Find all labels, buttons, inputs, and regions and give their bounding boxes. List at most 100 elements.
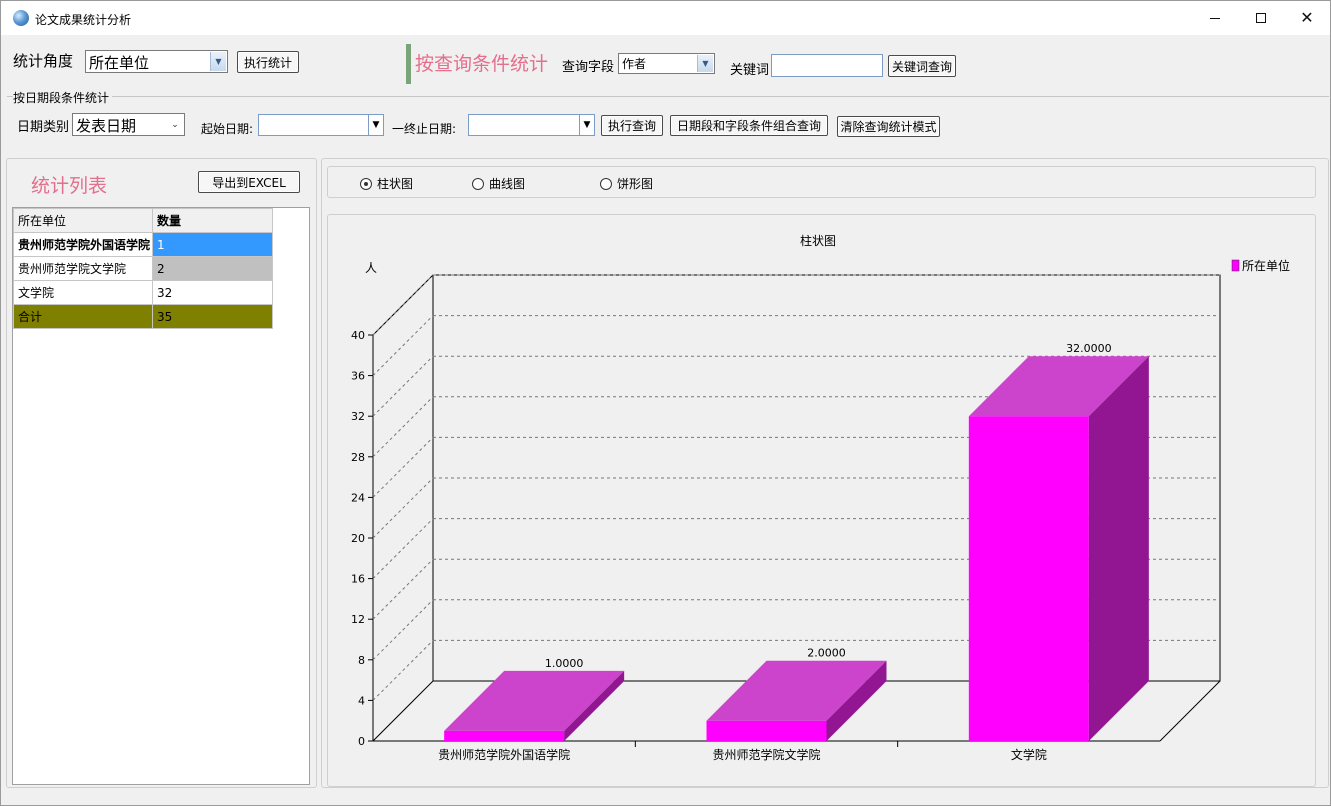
start-date-label: 起始日期: [201,122,254,136]
y-tick-label: 20 [351,532,365,545]
start-date-picker[interactable]: ▼ [258,114,384,136]
gridline-side [372,355,434,417]
gridline-side [372,599,434,661]
title-bar: 论文成果统计分析 ✕ [1,1,1330,35]
radio-dot-icon [472,177,484,190]
stats-list-title: 统计列表 [31,175,108,197]
x-tick-label: 贵州师范学院文学院 [712,747,820,762]
app-globe-icon [13,10,29,26]
date-group-line [7,96,1329,97]
date-type-value: 发表日期 [76,117,137,135]
keyword-query-button[interactable]: 关键词查询 [888,55,956,77]
legend-label: 所在单位 [1242,258,1290,273]
chevron-down-icon: ⌄ [167,115,183,134]
export-excel-button[interactable]: 导出到EXCEL [198,171,300,193]
chart-bars [444,356,1149,741]
x-tick-label: 文学院 [1011,747,1047,762]
radio-dot-icon [360,177,372,190]
stats-grid[interactable]: 所在单位 数量 贵州师范学院外国语学院 1 贵州师范学院文学院 2 文学院 32… [12,207,310,785]
stats-angle-value: 所在单位 [89,54,150,72]
table-row[interactable]: 文学院 32 [13,280,273,305]
y-tick-label: 4 [358,694,365,707]
data-label: 32.0000 [1066,342,1112,355]
chevron-down-icon: ▼ [210,52,226,71]
query-field-value: 作者 [622,57,647,71]
status-bar [1,791,1330,805]
y-tick-label: 24 [351,491,365,504]
combined-query-button[interactable]: 日期段和字段条件组合查询 [670,115,828,136]
chart-floor-right-edge [1159,680,1221,742]
stats-angle-label: 统计角度 [13,52,74,70]
y-tick-label: 36 [351,370,365,383]
row-count[interactable]: 35 [152,304,273,329]
calendar-dropdown-icon[interactable]: ▼ [368,115,383,135]
gridline-side [372,640,434,701]
date-group-legend: 按日期段条件统计 [13,89,113,106]
keyword-input[interactable] [771,54,883,77]
section-accent-bar [406,44,411,84]
gridline-side [372,396,434,458]
date-type-select[interactable]: 发表日期 ⌄ [72,113,185,136]
end-date-picker[interactable]: ▼ [468,114,595,136]
row-unit[interactable]: 贵州师范学院外国语学院 [13,232,153,257]
maximize-button[interactable] [1238,1,1284,35]
y-tick-label: 12 [351,613,365,626]
chart-title: 柱状图 [800,233,836,248]
radio-bar-chart[interactable]: 柱状图 [360,175,413,192]
radio-dot-icon [600,177,612,190]
table-row-total[interactable]: 合计 35 [13,304,273,329]
radio-line-label: 曲线图 [489,177,526,191]
execute-query-button[interactable]: 执行查询 [601,115,663,136]
end-date-label: 一终止日期: [392,122,457,136]
row-count[interactable]: 2 [152,256,273,281]
gridline-side [372,315,434,376]
row-count[interactable]: 1 [152,232,273,257]
window-title: 论文成果统计分析 [35,13,132,27]
gridline-side [372,274,434,336]
legend-swatch [1231,259,1240,272]
chart-container: 0 4 8 12 16 20 24 28 32 36 40 贵州师范学院外国语学院 1.0000 贵州师范… [327,214,1316,787]
radio-pie-chart[interactable]: 饼形图 [600,175,653,192]
clear-mode-button[interactable]: 清除查询统计模式 [837,116,940,137]
bar-front [444,730,565,741]
table-row[interactable]: 贵州师范学院外国语学院 1 [13,232,273,257]
keyword-label: 关键词 [730,63,770,78]
y-tick-label: 0 [358,735,365,748]
query-field-select[interactable]: 作者 ▼ [618,53,715,74]
chart-type-group: 柱状图 曲线图 饼形图 [327,166,1316,198]
bar-side [1088,356,1149,741]
row-unit[interactable]: 贵州师范学院文学院 [13,256,153,281]
y-axis-label: 人 [365,261,377,275]
calendar-dropdown-icon[interactable]: ▼ [579,115,594,135]
gridline-side [372,558,434,620]
minimize-button[interactable] [1192,1,1238,35]
bar-chart: 0 4 8 12 16 20 24 28 32 36 40 贵州师范学院外国语学院 1.0000 贵州师范… [351,233,1290,762]
close-button[interactable]: ✕ [1284,1,1330,35]
header-unit[interactable]: 所在单位 [13,208,153,233]
radio-pie-label: 饼形图 [617,177,654,191]
y-tick-label: 28 [351,451,365,464]
y-tick-label: 16 [351,573,365,586]
row-count[interactable]: 32 [152,280,273,305]
radio-line-chart[interactable]: 曲线图 [472,175,525,192]
chevron-down-icon: ▼ [697,55,713,72]
close-icon: ✕ [1300,8,1314,27]
header-count[interactable]: 数量 [152,208,273,233]
bar-front [706,720,827,741]
gridline-side [372,518,434,579]
y-tick-label: 32 [351,410,365,423]
gridline-side [372,437,434,498]
execute-stats-button[interactable]: 执行统计 [237,51,299,73]
data-label: 1.0000 [545,657,584,670]
stats-angle-select[interactable]: 所在单位 ▼ [85,50,228,73]
maximize-icon [1256,13,1266,23]
app-window: 论文成果统计分析 ✕ 统计角度 所在单位 ▼ 执行统计 按查询条件统计 查询字段… [0,0,1331,806]
table-row[interactable]: 贵州师范学院文学院 2 [13,256,273,281]
date-type-label: 日期类别 [17,120,70,135]
minimize-icon [1210,17,1220,19]
chart-floor-left-edge [372,680,434,742]
stats-table: 所在单位 数量 贵州师范学院外国语学院 1 贵州师范学院文学院 2 文学院 32… [13,208,273,329]
x-tick-label: 贵州师范学院外国语学院 [438,747,570,762]
row-unit[interactable]: 合计 [13,304,153,329]
row-unit[interactable]: 文学院 [13,280,153,305]
